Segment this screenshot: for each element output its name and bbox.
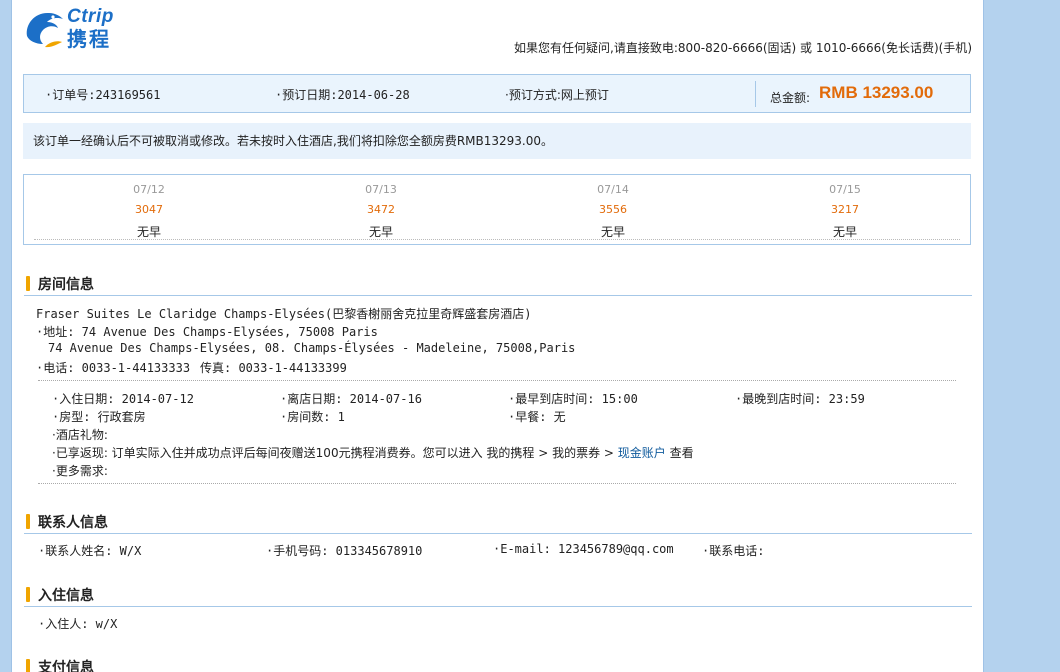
contact-email: ·E-mail: 123456789@qq.com <box>493 542 674 556</box>
price-date: 07/15 <box>829 183 861 196</box>
price-meal: 无早 <box>368 225 393 239</box>
contact-section-title: 联系人信息 <box>26 512 108 532</box>
price-day: 07/13 3472 无早 <box>321 183 441 240</box>
room-section-line <box>24 295 972 296</box>
hotel-address-alt: 74 Avenue Des Champs-Elysées, 08. Champs… <box>48 341 576 355</box>
hotel-address: ·地址: 74 Avenue Des Champs-Elysées, 75008… <box>36 325 378 339</box>
hotel-phone: ·电话: 0033-1-44133333 <box>36 361 191 375</box>
guest-section-line <box>24 606 972 607</box>
room-details-bottom-divider <box>38 483 956 484</box>
cashback-suffix: 查看 <box>665 446 694 460</box>
order-summary: ·订单号:243169561 ·预订日期:2014-06-28 ·预订方式:网上… <box>23 74 971 113</box>
hotel-fax: 传真: 0033-1-44133399 <box>200 361 347 375</box>
guest-section-title: 入住信息 <box>26 585 94 605</box>
price-amount: 3556 <box>599 203 627 216</box>
price-day: 07/15 3217 无早 <box>785 183 905 240</box>
guest-title-text: 入住信息 <box>38 588 94 604</box>
order-page: Ctrip 携程 如果您有任何疑问,请直接致电:800-820-6666(固话)… <box>11 0 984 672</box>
total-label: 总金额: <box>770 91 811 105</box>
checkout-date: ·离店日期: 2014-07-16 <box>280 392 422 406</box>
section-marker <box>26 587 30 602</box>
earliest-arrival: ·最早到店时间: 15:00 <box>508 392 638 406</box>
more-requests: ·更多需求: <box>52 464 108 478</box>
dolphin-icon <box>26 12 63 48</box>
room-count: ·房间数: 1 <box>280 410 345 424</box>
ctrip-logo[interactable]: Ctrip 携程 <box>23 6 141 51</box>
hotel-gift: ·酒店礼物: <box>52 428 108 442</box>
logo-chinese: 携程 <box>67 27 111 51</box>
price-date: 07/14 <box>597 183 629 196</box>
contact-title-text: 联系人信息 <box>38 515 108 531</box>
price-date: 07/12 <box>133 183 165 196</box>
contact-phone: ·联系电话: <box>702 544 765 558</box>
contact-mobile: ·手机号码: 013345678910 <box>266 544 423 558</box>
price-amount: 3047 <box>135 203 163 216</box>
room-section-title: 房间信息 <box>26 274 94 294</box>
summary-divider <box>755 81 756 107</box>
contact-section-line <box>24 533 972 534</box>
latest-arrival: ·最晚到店时间: 23:59 <box>735 392 865 406</box>
cancellation-notice: 该订单一经确认后不可被取消或修改。若未按时入住酒店,我们将扣除您全额房费RMB1… <box>23 123 971 159</box>
total-amount: RMB 13293.00 <box>819 83 934 102</box>
payment-title-text: 支付信息 <box>38 660 94 672</box>
room-details-top-divider <box>38 380 956 381</box>
order-number: ·订单号:243169561 <box>45 88 161 102</box>
price-amount: 3217 <box>831 203 859 216</box>
cashback-text: ·已享返现: 订单实际入住并成功点评后每间夜赠送100元携程消费券。您可以进入 … <box>52 446 618 460</box>
payment-section-title: 支付信息 <box>26 657 94 672</box>
section-marker <box>26 659 30 672</box>
price-meal: 无早 <box>832 225 857 239</box>
price-day: 07/14 3556 无早 <box>553 183 673 240</box>
price-day: 07/12 3047 无早 <box>89 183 209 240</box>
price-meal: 无早 <box>136 225 161 239</box>
cash-account-link[interactable]: 现金账户 <box>618 446 666 460</box>
guest-name: ·入住人: w/X <box>38 617 118 631</box>
order-method: ·预订方式:网上预订 <box>505 88 609 102</box>
price-amount: 3472 <box>367 203 395 216</box>
hotel-name: Fraser Suites Le Claridge Champs-Elysées… <box>36 307 532 321</box>
hotline-text: 如果您有任何疑问,请直接致电:800-820-6666(固话) 或 1010-6… <box>514 41 972 55</box>
price-meal: 无早 <box>600 225 625 239</box>
room-title-text: 房间信息 <box>38 277 94 293</box>
order-date: ·预订日期:2014-06-28 <box>275 88 410 102</box>
breakfast: ·早餐: 无 <box>508 410 566 424</box>
section-marker <box>26 276 30 291</box>
checkin-date: ·入住日期: 2014-07-12 <box>52 392 194 406</box>
cashback-info: ·已享返现: 订单实际入住并成功点评后每间夜赠送100元携程消费券。您可以进入 … <box>52 444 694 461</box>
room-type: ·房型: 行政套房 <box>52 410 146 424</box>
contact-name: ·联系人姓名: W/X <box>38 544 142 558</box>
section-marker <box>26 514 30 529</box>
price-date: 07/13 <box>365 183 397 196</box>
daily-prices: 07/12 3047 无早 07/13 3472 无早 07/14 3556 无… <box>23 174 971 245</box>
prices-divider <box>34 239 960 240</box>
